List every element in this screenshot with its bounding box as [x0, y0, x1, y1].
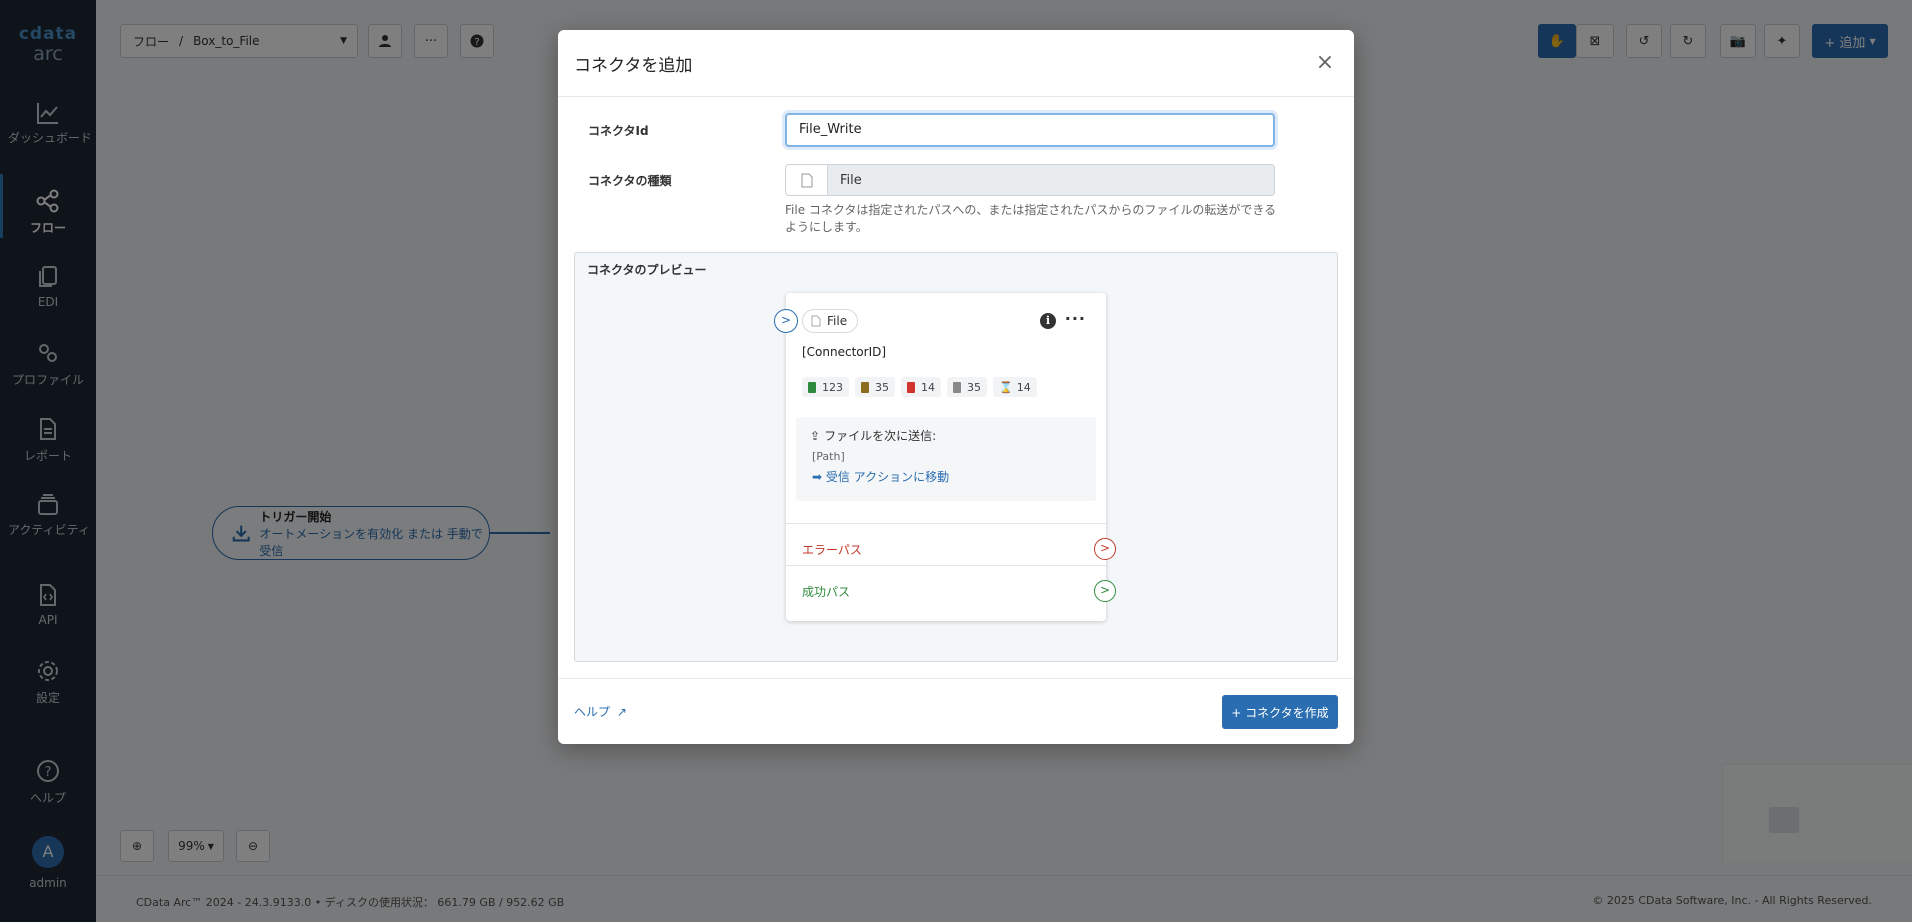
- add-connector-modal: コネクタを追加 × コネクタId File_Write コネクタの種類 File…: [558, 30, 1354, 744]
- modal-footer: ヘルプ ↗ + コネクタを作成: [558, 678, 1354, 744]
- file-icon: [786, 165, 828, 195]
- stat-value: 14: [1016, 380, 1031, 394]
- chip-label: File: [827, 314, 848, 328]
- help-label: ヘルプ: [574, 705, 611, 719]
- stat-value: 123: [822, 380, 843, 394]
- stat-pending: ⌛ 14: [993, 377, 1037, 397]
- preview-title: コネクタのプレビュー: [587, 263, 707, 277]
- stat-queued: 35: [855, 377, 895, 397]
- connector-description: File コネクタは指定されたパスへの、または指定されたパスからのファイルの転送…: [785, 203, 1277, 234]
- connector-id-placeholder: [ConnectorID]: [802, 345, 887, 359]
- stat-value: 35: [875, 380, 889, 394]
- modal-header: コネクタを追加 ×: [558, 30, 1354, 97]
- success-path-row: 成功パス >: [786, 565, 1116, 616]
- stat-error: 14: [901, 377, 941, 397]
- send-destination: ⇪ ファイルを次に送信: [Path] ➡ 受信 アクションに移動: [796, 417, 1096, 501]
- go-to-receive-link[interactable]: ➡ 受信 アクションに移動: [812, 468, 949, 485]
- info-icon: i: [1040, 313, 1056, 329]
- more-icon: ···: [1064, 309, 1086, 328]
- stat-value: 14: [921, 380, 935, 394]
- upload-icon: ⇪: [810, 429, 821, 443]
- modal-title: コネクタを追加: [574, 56, 693, 76]
- file-icon: [811, 315, 821, 327]
- external-link-icon: ↗: [616, 705, 627, 719]
- stat-value: 35: [967, 380, 981, 394]
- input-port-icon: >: [774, 309, 798, 333]
- send-title: ⇪ ファイルを次に送信:: [810, 429, 937, 443]
- connector-type-label: コネクタの種類: [588, 174, 672, 188]
- help-link[interactable]: ヘルプ ↗: [574, 703, 627, 720]
- hourglass-icon: ⌛: [999, 380, 1013, 394]
- error-file-icon: [907, 381, 915, 393]
- create-connector-button[interactable]: + コネクタを作成: [1222, 695, 1338, 729]
- received-file-icon: [953, 381, 961, 393]
- connector-preview-card: > File i ··· [ConnectorID] 123 35 14 35 …: [774, 293, 1116, 621]
- sent-file-icon: [808, 381, 816, 393]
- queued-file-icon: [861, 381, 869, 393]
- connector-type-chip: File: [802, 309, 859, 333]
- stat-received: 35: [947, 377, 987, 397]
- error-path-label: エラーパス: [802, 543, 862, 557]
- send-path: [Path]: [812, 450, 845, 463]
- close-icon[interactable]: ×: [1310, 48, 1340, 78]
- stat-sent: 123: [802, 377, 849, 397]
- success-path-port-icon[interactable]: >: [1094, 580, 1116, 602]
- connector-id-input[interactable]: File_Write: [785, 113, 1275, 147]
- success-path-label: 成功パス: [802, 585, 851, 599]
- error-path-port-icon[interactable]: >: [1094, 538, 1116, 560]
- message-stats: 123 35 14 35 ⌛ 14: [802, 377, 1037, 397]
- connector-preview: コネクタのプレビュー > File i ··· [ConnectorID] 12…: [574, 252, 1338, 662]
- connector-id-label: コネクタId: [588, 124, 649, 138]
- connector-type-field: File: [785, 164, 1275, 196]
- connector-type-value: File: [840, 172, 862, 188]
